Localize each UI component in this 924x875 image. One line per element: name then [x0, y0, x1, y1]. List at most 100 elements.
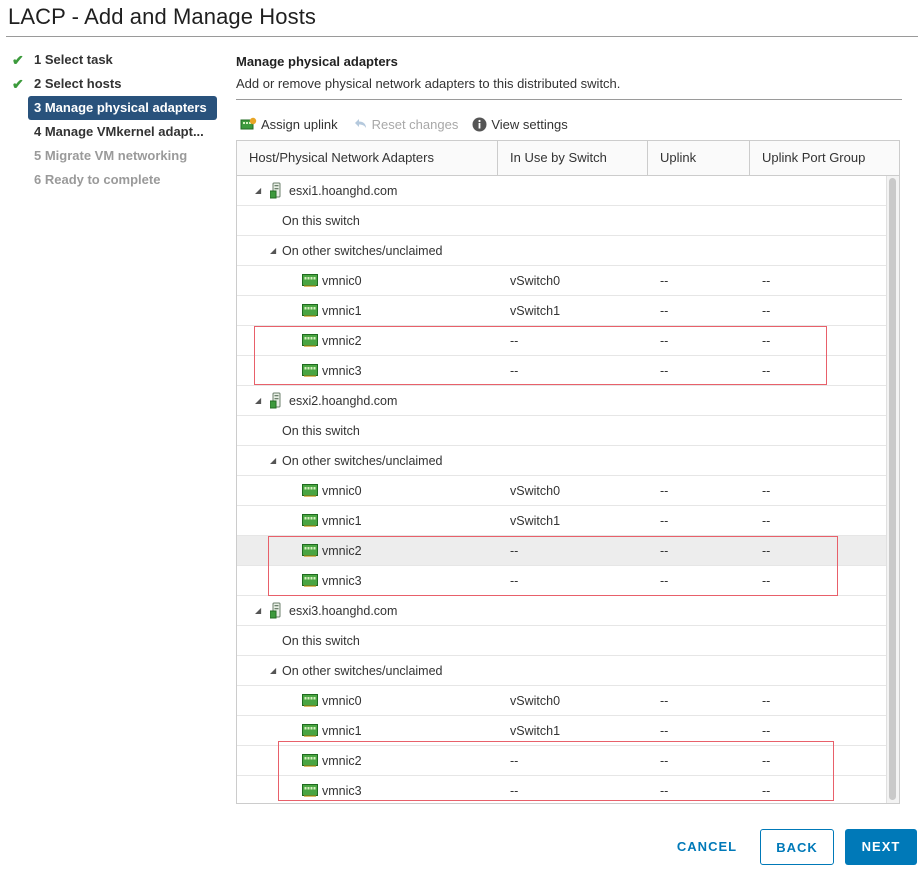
step-manage-vmkernel-adapters[interactable]: 4 Manage VMkernel adapt...: [12, 120, 218, 144]
adapter-row[interactable]: vmnic2 -- -- --: [237, 326, 887, 356]
in-use-by-switch: vSwitch1: [510, 304, 561, 318]
adapter-row[interactable]: vmnic2 -- -- --: [237, 536, 887, 566]
group-label: On other switches/unclaimed: [282, 454, 443, 468]
adapter-row[interactable]: vmnic1 vSwitch1 -- --: [237, 716, 887, 746]
adapter-row[interactable]: vmnic3 -- -- --: [237, 776, 887, 803]
adapter-group-row[interactable]: On this switch: [237, 206, 887, 236]
adapter-name: vmnic0: [322, 274, 362, 288]
vertical-scrollbar[interactable]: [886, 176, 899, 803]
network-adapter-icon: [302, 724, 318, 740]
step-label: 5 Migrate VM networking: [34, 148, 188, 163]
back-button[interactable]: BACK: [760, 829, 834, 865]
column-header-in-use[interactable]: In Use by Switch: [498, 141, 648, 175]
adapter-name: vmnic1: [322, 514, 362, 528]
in-use-by-switch: vSwitch1: [510, 724, 561, 738]
adapter-name: vmnic2: [322, 544, 362, 558]
adapter-row[interactable]: vmnic1 vSwitch1 -- --: [237, 296, 887, 326]
reset-changes-label: Reset changes: [371, 116, 459, 132]
in-use-by-switch: vSwitch0: [510, 274, 561, 288]
network-adapter-icon: [302, 784, 318, 800]
collapse-triangle-icon[interactable]: ◢: [255, 596, 261, 626]
adapter-group-row[interactable]: ◢ On other switches/unclaimed: [237, 656, 887, 686]
host-name: esxi2.hoanghd.com: [289, 394, 398, 408]
adapter-name: vmnic1: [322, 724, 362, 738]
uplink-value: --: [660, 274, 669, 288]
adapters-grid: Host/Physical Network Adapters In Use by…: [236, 140, 900, 804]
group-label: On other switches/unclaimed: [282, 244, 443, 258]
adapter-row[interactable]: vmnic2 -- -- --: [237, 746, 887, 776]
view-settings-label: View settings: [491, 116, 568, 132]
host-name: esxi3.hoanghd.com: [289, 604, 398, 618]
reset-changes-button: Reset changes: [352, 116, 459, 132]
step-select-hosts[interactable]: ✔ 2 Select hosts: [12, 72, 218, 96]
step-label: 1 Select task: [34, 52, 113, 67]
network-adapter-icon: [302, 274, 318, 290]
cancel-button[interactable]: CANCEL: [664, 829, 750, 865]
adapter-group-row[interactable]: On this switch: [237, 626, 887, 656]
adapter-row[interactable]: vmnic0 vSwitch0 -- --: [237, 266, 887, 296]
adapter-name: vmnic3: [322, 364, 362, 378]
view-settings-button[interactable]: View settings: [472, 116, 568, 132]
title-divider: [6, 36, 918, 37]
step-manage-physical-adapters[interactable]: 3 Manage physical adapters: [28, 96, 217, 120]
network-adapter-icon: [302, 694, 318, 710]
adapter-row[interactable]: vmnic1 vSwitch1 -- --: [237, 506, 887, 536]
info-icon: [472, 117, 487, 131]
adapter-group-row[interactable]: ◢ On other switches/unclaimed: [237, 446, 887, 476]
adapter-row[interactable]: vmnic3 -- -- --: [237, 356, 887, 386]
scrollbar-thumb[interactable]: [889, 178, 896, 800]
uplink-value: --: [660, 304, 669, 318]
in-use-by-switch: vSwitch0: [510, 694, 561, 708]
column-header-uplink-port-group[interactable]: Uplink Port Group: [750, 141, 899, 175]
adapter-row[interactable]: vmnic3 -- -- --: [237, 566, 887, 596]
host-row[interactable]: ◢ esxi1.hoanghd.com: [237, 176, 887, 206]
host-icon: [269, 602, 284, 623]
host-icon: [269, 182, 284, 203]
adapter-name: vmnic3: [322, 784, 362, 798]
section-divider: [236, 99, 902, 100]
adapter-group-row[interactable]: ◢ On other switches/unclaimed: [237, 236, 887, 266]
uplink-value: --: [660, 544, 669, 558]
uplink-value: --: [660, 514, 669, 528]
uplink-value: --: [660, 724, 669, 738]
step-label: 6 Ready to complete: [34, 172, 161, 187]
in-use-by-switch: --: [510, 784, 519, 798]
in-use-by-switch: vSwitch1: [510, 514, 561, 528]
step-select-task[interactable]: ✔ 1 Select task: [12, 48, 218, 72]
column-header-uplink[interactable]: Uplink: [648, 141, 750, 175]
uplink-port-group-value: --: [762, 274, 771, 288]
column-header-host[interactable]: Host/Physical Network Adapters: [237, 141, 498, 175]
adapter-row[interactable]: vmnic0 vSwitch0 -- --: [237, 476, 887, 506]
section-title: Manage physical adapters: [236, 54, 398, 69]
host-row[interactable]: ◢ esxi3.hoanghd.com: [237, 596, 887, 626]
adapter-group-row[interactable]: On this switch: [237, 416, 887, 446]
network-adapter-icon: [302, 514, 318, 530]
uplink-value: --: [660, 334, 669, 348]
adapter-name: vmnic1: [322, 304, 362, 318]
checkmark-icon: ✔: [12, 76, 24, 92]
assign-uplink-label: Assign uplink: [261, 116, 338, 132]
collapse-triangle-icon[interactable]: ◢: [270, 656, 276, 686]
host-icon: [269, 392, 284, 413]
collapse-triangle-icon[interactable]: ◢: [270, 446, 276, 476]
adapter-name: vmnic2: [322, 334, 362, 348]
host-name: esxi1.hoanghd.com: [289, 184, 398, 198]
assign-uplink-button[interactable]: Assign uplink: [240, 117, 338, 132]
assign-uplink-icon: [240, 117, 257, 129]
step-label: 2 Select hosts: [34, 76, 122, 91]
adapter-row[interactable]: vmnic0 vSwitch0 -- --: [237, 686, 887, 716]
grid-body: ◢ esxi1.hoanghd.com On this switch ◢ On othe…: [237, 176, 887, 803]
group-label: On this switch: [282, 214, 360, 228]
collapse-triangle-icon[interactable]: ◢: [255, 176, 261, 206]
group-label: On this switch: [282, 634, 360, 648]
collapse-triangle-icon[interactable]: ◢: [255, 386, 261, 416]
next-button[interactable]: NEXT: [845, 829, 917, 865]
uplink-port-group-value: --: [762, 304, 771, 318]
collapse-triangle-icon[interactable]: ◢: [270, 236, 276, 266]
section-description: Add or remove physical network adapters …: [236, 76, 621, 91]
wizard-steps: ✔ 1 Select task ✔ 2 Select hosts 3 Manag…: [12, 48, 218, 192]
adapter-name: vmnic2: [322, 754, 362, 768]
host-row[interactable]: ◢ esxi2.hoanghd.com: [237, 386, 887, 416]
network-adapter-icon: [302, 364, 318, 380]
uplink-value: --: [660, 574, 669, 588]
